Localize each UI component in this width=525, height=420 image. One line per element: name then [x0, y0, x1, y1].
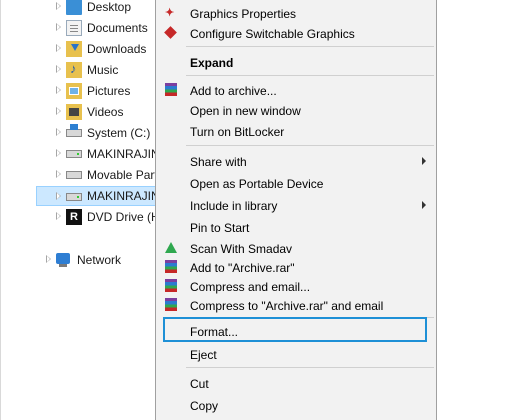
menu-item-label: Compress to "Archive.rar" and email [190, 299, 384, 313]
menu-item-label: Share with [190, 155, 247, 169]
tree-item-label: System (C:) [87, 126, 151, 140]
videos-folder-icon [66, 104, 82, 120]
system-drive-icon [66, 124, 82, 137]
winrar-icon [165, 279, 177, 292]
tree-item-label: Pictures [87, 84, 131, 98]
expand-arrow-icon[interactable] [46, 255, 51, 263]
tree-item-label: Movable Part [87, 168, 158, 182]
tree-item-makinrajin-selected[interactable]: MAKINRAJIN [36, 186, 160, 206]
expand-arrow-icon[interactable] [56, 128, 61, 136]
tree-item-videos[interactable]: Videos [36, 102, 160, 122]
expand-arrow-icon[interactable] [56, 86, 61, 94]
tree-item-label: Music [87, 63, 119, 77]
graphics-icon [164, 6, 178, 20]
context-menu: Graphics Properties Configure Switchable… [155, 0, 437, 420]
expand-arrow-icon[interactable] [56, 44, 61, 52]
drive-icon [66, 193, 82, 201]
menu-item-label: Compress and email... [190, 280, 311, 294]
tree-item-pictures[interactable]: Pictures [36, 81, 160, 101]
menu-item-label: Eject [190, 348, 217, 362]
menu-item-label: Copy [190, 399, 219, 413]
expand-arrow-icon[interactable] [56, 2, 61, 10]
tree-item-desktop[interactable]: Desktop [36, 0, 160, 17]
menu-item-eject[interactable]: Eject [156, 344, 436, 364]
tree-item-downloads[interactable]: Downloads [36, 39, 160, 59]
expand-arrow-icon[interactable] [56, 65, 61, 73]
winrar-icon [165, 260, 177, 273]
menu-item-label: Pin to Start [190, 221, 250, 235]
tree-item-makinrajin-1[interactable]: MAKINRAJIN [36, 144, 160, 164]
menu-item-label: Graphics Properties [190, 7, 297, 21]
tree-item-network[interactable]: Network [26, 250, 150, 270]
tree-item-label: Videos [87, 105, 124, 119]
expand-arrow-icon[interactable] [56, 23, 61, 31]
tree-item-dvd-drive[interactable]: R DVD Drive (H [36, 207, 160, 227]
expand-arrow-icon[interactable] [56, 192, 61, 200]
expand-arrow-icon[interactable] [56, 170, 61, 178]
menu-item-share-with[interactable]: Share with [156, 151, 436, 171]
menu-item-label: Include in library [190, 199, 278, 213]
pictures-folder-icon [66, 83, 82, 99]
menu-separator [186, 46, 434, 47]
drive-icon [66, 171, 82, 179]
tree-item-music[interactable]: Music [36, 60, 160, 80]
tree-item-label: DVD Drive (H [87, 210, 160, 224]
menu-item-add-to-archive-rar[interactable]: Add to "Archive.rar" [156, 257, 436, 277]
tree-item-label: MAKINRAJIN [87, 189, 160, 203]
tree-item-label: Desktop [87, 0, 132, 14]
menu-separator [186, 145, 434, 146]
submenu-arrow-icon [422, 201, 426, 209]
expand-arrow-icon[interactable] [56, 212, 61, 220]
menu-item-label: Scan With Smadav [190, 242, 293, 256]
menu-item-graphics-properties[interactable]: Graphics Properties [156, 3, 436, 23]
documents-folder-icon [66, 20, 82, 36]
menu-item-add-to-archive[interactable]: Add to archive... [156, 80, 436, 100]
menu-item-label: Open in new window [190, 104, 301, 118]
drive-icon [66, 150, 82, 158]
menu-item-label: Add to "Archive.rar" [190, 261, 295, 275]
format-highlight-box [163, 317, 427, 342]
expand-arrow-icon[interactable] [56, 149, 61, 157]
menu-item-include-in-library[interactable]: Include in library [156, 195, 436, 215]
tree-item-label: Downloads [87, 42, 147, 56]
menu-item-turn-on-bitlocker[interactable]: Turn on BitLocker [156, 121, 436, 141]
music-folder-icon [66, 61, 82, 78]
menu-item-label: Open as Portable Device [190, 177, 324, 191]
expand-arrow-icon[interactable] [56, 107, 61, 115]
dvd-drive-icon: R [66, 209, 82, 225]
switchable-graphics-icon [164, 26, 178, 40]
menu-item-expand[interactable]: Expand [156, 52, 436, 72]
tree-item-documents[interactable]: Documents [36, 18, 160, 38]
menu-item-label: Configure Switchable Graphics [190, 27, 355, 41]
network-icon [56, 253, 70, 267]
menu-item-label: Cut [190, 377, 209, 391]
downloads-folder-icon [66, 41, 82, 57]
menu-item-label: Turn on BitLocker [190, 125, 285, 139]
menu-item-copy[interactable]: Copy [156, 395, 436, 415]
menu-item-cut[interactable]: Cut [156, 373, 436, 393]
winrar-icon [165, 83, 177, 96]
menu-item-label: Expand [190, 56, 234, 70]
submenu-arrow-icon [422, 157, 426, 165]
menu-item-label: Add to archive... [190, 84, 277, 98]
menu-item-configure-switchable-graphics[interactable]: Configure Switchable Graphics [156, 23, 436, 43]
menu-separator [186, 75, 434, 76]
tree-item-system-drive[interactable]: System (C:) [36, 123, 160, 143]
winrar-icon [165, 298, 177, 311]
menu-item-compress-to-archive-rar-email[interactable]: Compress to "Archive.rar" and email [156, 295, 436, 315]
menu-item-open-portable-device[interactable]: Open as Portable Device [156, 173, 436, 193]
menu-item-compress-and-email[interactable]: Compress and email... [156, 276, 436, 296]
menu-item-scan-smadav[interactable]: Scan With Smadav [156, 238, 436, 258]
tree-item-label: MAKINRAJIN [87, 147, 160, 161]
navigation-pane: Desktop Documents Downloads Music Pictur… [0, 0, 160, 420]
smadav-icon [164, 241, 178, 255]
menu-item-open-new-window[interactable]: Open in new window [156, 100, 436, 120]
menu-item-pin-to-start[interactable]: Pin to Start [156, 217, 436, 237]
menu-separator [186, 367, 434, 368]
tree-item-label: Network [77, 253, 122, 267]
desktop-folder-icon [66, 0, 82, 15]
tree-item-label: Documents [87, 21, 148, 35]
tree-item-movable-part[interactable]: Movable Part [36, 165, 160, 185]
